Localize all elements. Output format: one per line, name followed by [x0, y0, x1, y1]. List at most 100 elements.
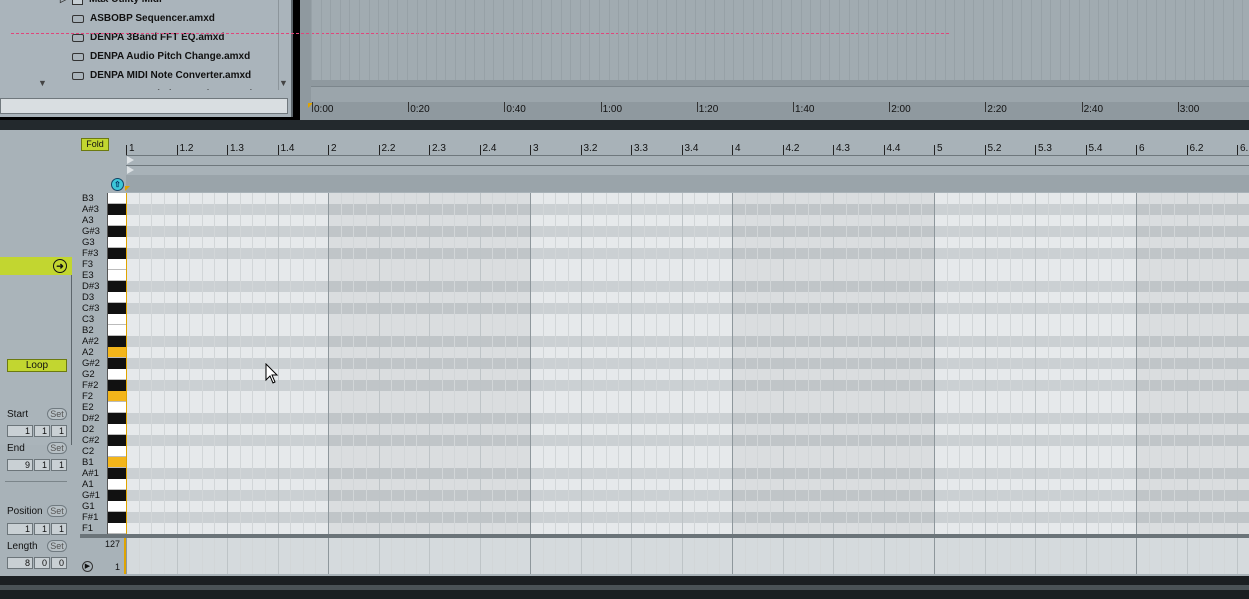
- browser-item[interactable]: ▷ Max Utility Midi: [60, 0, 162, 9]
- start-marker-flag[interactable]: [125, 186, 130, 191]
- piano-key[interactable]: [108, 226, 126, 237]
- piano-key[interactable]: [108, 270, 126, 281]
- launch-triangle-icon[interactable]: [127, 166, 134, 174]
- loop-button[interactable]: Loop: [7, 359, 67, 372]
- position-sixteenth-field[interactable]: 1: [51, 523, 67, 535]
- grid-line: [1211, 193, 1213, 534]
- arrangement-scroll-strip[interactable]: [311, 86, 1249, 102]
- grid-line: [997, 193, 999, 534]
- piano-key[interactable]: [108, 468, 126, 479]
- piano-key[interactable]: [108, 292, 126, 303]
- launch-triangle-icon[interactable]: [127, 156, 134, 164]
- beat-label: 2.3: [432, 143, 446, 154]
- end-set-button[interactable]: Set: [47, 442, 67, 454]
- piano-key[interactable]: [108, 435, 126, 446]
- note-editor-grid[interactable]: [126, 193, 1249, 534]
- piano-key[interactable]: [108, 402, 126, 413]
- piano-key[interactable]: [108, 457, 126, 468]
- piano-keyboard[interactable]: [107, 193, 126, 534]
- start-beat-field[interactable]: 1: [34, 425, 50, 437]
- arrangement-gridline: [570, 0, 572, 80]
- grid-line: [580, 193, 582, 534]
- note-label: F#3: [82, 248, 99, 259]
- start-bar-field[interactable]: 1: [7, 425, 33, 437]
- grid-line: [1237, 193, 1238, 534]
- grid-row: [126, 380, 1249, 391]
- browser-item[interactable]: DENPA MIDI Note Converter.amxd: [72, 66, 251, 85]
- piano-key[interactable]: [108, 490, 126, 501]
- browser-item[interactable]: DENPA Audio Pitch Change.amxd: [72, 47, 250, 66]
- start-sixteenth-field[interactable]: 1: [51, 425, 67, 437]
- time-tick: [696, 102, 698, 112]
- arrangement-gridline: [743, 0, 744, 80]
- velocity-grid-line: [984, 538, 986, 574]
- piano-key[interactable]: [108, 303, 126, 314]
- piano-key[interactable]: [108, 380, 126, 391]
- piano-key[interactable]: [108, 259, 126, 270]
- position-bar-field[interactable]: 1: [7, 523, 33, 535]
- velocity-grid-line: [378, 538, 380, 574]
- browser-divider: [278, 0, 279, 90]
- piano-key[interactable]: [108, 391, 126, 402]
- piano-key[interactable]: [108, 369, 126, 380]
- beat-ruler[interactable]: 1 1.2 1.3 1.4 2 2.2 2.3 2.4 3 3.2 3.3 3.4 4 4.2 4.3 4.4…: [126, 143, 1249, 155]
- arrangement-gridline: [656, 0, 658, 80]
- section-divider[interactable]: [0, 120, 1249, 130]
- velocity-lane-toggle-icon[interactable]: ▶: [82, 561, 93, 572]
- scroll-down-icon[interactable]: ▼: [279, 78, 288, 88]
- length-bar-field[interactable]: 8: [7, 557, 33, 569]
- time-ruler[interactable]: [311, 102, 1249, 120]
- piano-key[interactable]: [108, 336, 126, 347]
- time-label: 1:20: [698, 104, 719, 115]
- length-sixteenth-field[interactable]: 0: [51, 557, 67, 569]
- length-beat-field[interactable]: 0: [34, 557, 50, 569]
- browser-item[interactable]: DENPA 3Band FFT EQ.amxd: [72, 28, 224, 47]
- piano-key[interactable]: [108, 314, 126, 325]
- piano-key[interactable]: [108, 358, 126, 369]
- piano-key[interactable]: [108, 204, 126, 215]
- piano-key[interactable]: [108, 248, 126, 259]
- position-beat-field[interactable]: 1: [34, 523, 50, 535]
- piano-key[interactable]: [108, 281, 126, 292]
- piano-key[interactable]: [108, 479, 126, 490]
- end-sixteenth-field[interactable]: 1: [51, 459, 67, 471]
- browser-item-label: DENPA MIDI Pitch Quantizer.amxd: [90, 89, 252, 90]
- loop-brace-strip[interactable]: [126, 175, 1249, 192]
- end-bar-field[interactable]: 9: [7, 459, 33, 471]
- velocity-grid-line: [454, 538, 456, 574]
- piano-key[interactable]: [108, 237, 126, 248]
- position-set-button[interactable]: Set: [47, 505, 67, 517]
- arrangement-gridline: [848, 0, 850, 80]
- note-label: A#1: [82, 468, 99, 479]
- scroll-down-icon[interactable]: ▼: [38, 78, 47, 88]
- time-label: 2:20: [987, 104, 1007, 115]
- piano-key[interactable]: [108, 512, 126, 523]
- piano-key[interactable]: [108, 424, 126, 435]
- expand-triangle-icon[interactable]: ▷: [60, 0, 66, 4]
- length-set-button[interactable]: Set: [47, 540, 67, 552]
- velocity-lane[interactable]: [126, 538, 1249, 574]
- piano-key[interactable]: [108, 215, 126, 226]
- browser-item[interactable]: ASBOBP Sequencer.amxd: [72, 9, 215, 28]
- clip-activator-icon[interactable]: ➜: [53, 259, 67, 273]
- velocity-grid-line: [668, 538, 670, 574]
- grid-line: [896, 193, 898, 534]
- note-label: G#3: [82, 226, 100, 237]
- browser-search-field[interactable]: [0, 98, 288, 114]
- start-set-button[interactable]: Set: [47, 408, 67, 420]
- piano-key[interactable]: [108, 523, 126, 534]
- arrangement-gridline: [455, 0, 456, 80]
- piano-key[interactable]: [108, 347, 126, 358]
- piano-key[interactable]: [108, 446, 126, 457]
- end-beat-field[interactable]: 1: [34, 459, 50, 471]
- piano-key[interactable]: [108, 501, 126, 512]
- grid-line: [252, 193, 254, 534]
- browser-item[interactable]: DENPA MIDI Pitch Quantizer.amxd: [72, 85, 252, 90]
- piano-key[interactable]: [108, 413, 126, 424]
- piano-key[interactable]: [108, 193, 126, 204]
- loop-marker-icon[interactable]: ⇧: [111, 178, 124, 191]
- fold-button[interactable]: Fold: [81, 138, 109, 151]
- arrangement-overview[interactable]: [300, 0, 1249, 120]
- piano-key[interactable]: [108, 325, 126, 336]
- grid-line: [201, 193, 203, 534]
